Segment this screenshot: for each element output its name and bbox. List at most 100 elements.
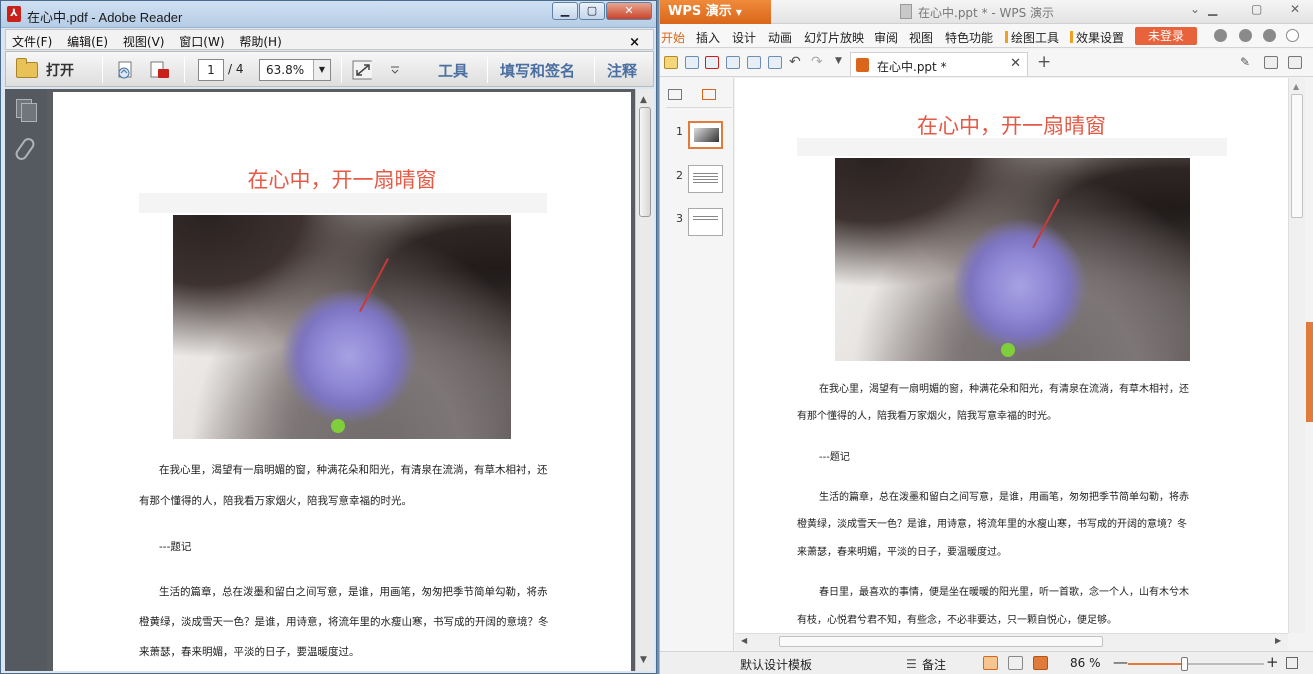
save-icon[interactable]	[685, 56, 699, 69]
maximize-button[interactable]: ▢	[579, 2, 605, 20]
scroll-left-icon[interactable]: ◀	[741, 636, 747, 645]
wps-status-bar: 默认设计模板 ☰ 备注 86 % — +	[660, 651, 1313, 674]
page-number-input[interactable]: 1	[198, 59, 224, 81]
attachments-icon[interactable]	[13, 135, 37, 163]
navigation-pane	[5, 89, 47, 671]
menu-view[interactable]: 视图(V)	[117, 30, 170, 50]
scrollbar-thumb[interactable]	[1291, 94, 1303, 218]
slide-photo[interactable]	[835, 158, 1190, 361]
vertical-scrollbar[interactable]: ▲ ▼	[635, 89, 654, 671]
slide-canvas[interactable]: 在心中，开一扇晴窗 在我心里，渴望有一扇明媚的窗，种满花朵和阳光，有清泉在流淌，…	[735, 78, 1288, 633]
tools-link[interactable]: 工具	[438, 60, 468, 81]
tab-animation[interactable]: 动画	[768, 29, 792, 46]
tab-effects[interactable]: 效果设置	[1070, 29, 1124, 46]
tab-home[interactable]: 开始	[661, 29, 685, 46]
slide-para-line: 在我心里，渴望有一扇明媚的窗，种满花朵和阳光，有清泉在流淌，有草木相衬，还	[819, 384, 1189, 395]
fit-window-icon[interactable]	[1286, 657, 1298, 669]
slide-thumbnail[interactable]: 1	[660, 121, 734, 157]
close-tab-icon[interactable]: ✕	[1010, 56, 1021, 71]
close-button[interactable]: ✕	[1290, 2, 1300, 16]
zoom-in-icon[interactable]: +	[1266, 653, 1279, 671]
open-folder-icon[interactable]	[664, 56, 678, 69]
export-pdf-icon[interactable]	[149, 60, 169, 80]
scroll-up-icon[interactable]: ▲	[1293, 82, 1299, 91]
adobe-menu-bar: 文件(F) 编辑(E) 视图(V) 窗口(W) 帮助(H) ×	[5, 29, 654, 50]
sync-icon[interactable]	[1239, 29, 1252, 42]
maximize-button[interactable]: ▢	[1251, 2, 1262, 16]
close-button[interactable]: ✕	[606, 2, 652, 20]
pin-icon[interactable]: ✎	[1240, 55, 1250, 69]
slide-vertical-scrollbar[interactable]: ▲	[1288, 78, 1305, 633]
scroll-up-icon[interactable]: ▲	[640, 95, 647, 105]
chevron-down-icon[interactable]: ⌄	[1190, 2, 1200, 16]
open-button[interactable]: 打开	[16, 58, 74, 82]
document-close-icon[interactable]: ×	[623, 32, 645, 50]
slide-thumbnail[interactable]: 3	[660, 208, 734, 244]
zoom-select[interactable]: 63.8% ▼	[259, 59, 331, 81]
menu-window[interactable]: 窗口(W)	[173, 30, 229, 50]
tab-features[interactable]: 特色功能	[945, 29, 993, 46]
window-mode-icon[interactable]	[1264, 56, 1278, 69]
zoom-level[interactable]: 86 %	[1070, 656, 1101, 670]
side-panel-tab[interactable]	[1306, 322, 1313, 422]
document-tab[interactable]: 在心中.ppt * ✕	[850, 52, 1028, 76]
tab-insert[interactable]: 插入	[696, 29, 720, 46]
menu-file[interactable]: 文件(F)	[6, 30, 57, 50]
print-icon[interactable]	[726, 56, 740, 69]
slide-preview	[688, 121, 723, 149]
slide-horizontal-scrollbar[interactable]: ◀ ▶	[735, 633, 1288, 649]
fill-sign-link[interactable]: 填写和签名	[500, 60, 575, 81]
undo-icon[interactable]: ↶	[789, 54, 801, 70]
skin-icon[interactable]	[1214, 29, 1227, 42]
menu-edit[interactable]: 编辑(E)	[61, 30, 113, 50]
tab-view[interactable]: 视图	[909, 29, 933, 46]
more-tools-chevron-icon[interactable]	[390, 66, 400, 74]
adobe-toolbar: 打开 1 / 4 63.8% ▼ 工具 填写和签名 注释	[5, 51, 654, 87]
tab-review[interactable]: 审阅	[874, 29, 898, 46]
document-viewer: 在心中，开一扇晴窗 在我心里，渴望有一扇明媚的窗，种满花朵和阳光，有清泉在流淌，…	[47, 89, 635, 671]
slide-thumbnail[interactable]: 2	[660, 165, 734, 201]
comment-link[interactable]: 注释	[607, 60, 637, 81]
scroll-down-icon[interactable]: ▼	[640, 655, 647, 665]
chevron-down-icon[interactable]: ▼	[835, 56, 842, 66]
print-preview-icon[interactable]	[747, 56, 761, 69]
menu-help[interactable]: 帮助(H)	[233, 30, 286, 50]
export-pdf-icon[interactable]	[705, 56, 719, 69]
normal-view-icon[interactable]	[983, 656, 998, 670]
zoom-slider[interactable]	[1128, 657, 1264, 671]
slide-sorter-icon[interactable]	[1008, 656, 1023, 670]
slides-view-icon[interactable]	[702, 89, 716, 100]
slideshow-play-icon[interactable]	[1033, 656, 1048, 670]
fullscreen-icon[interactable]	[1288, 56, 1302, 69]
new-tab-icon[interactable]: +	[1037, 52, 1051, 72]
adobe-title-bar: ⅄ 在心中.pdf - Adobe Reader ▁ ▢ ✕	[1, 1, 656, 28]
minimize-button[interactable]: ▁	[552, 2, 578, 20]
help-icon[interactable]	[1286, 29, 1299, 42]
scrollbar-thumb[interactable]	[779, 636, 1103, 647]
outline-view-icon[interactable]	[668, 89, 682, 100]
design-template-label[interactable]: 默认设计模板	[740, 656, 812, 673]
open-label: 打开	[46, 63, 74, 79]
redo-icon[interactable]: ↷	[811, 54, 823, 70]
notes-button[interactable]: 备注	[922, 656, 946, 673]
minimize-button[interactable]: ▁	[1208, 2, 1217, 16]
title-band	[139, 193, 547, 213]
tab-drawing-tools[interactable]: 绘图工具	[1005, 29, 1059, 46]
fit-page-icon[interactable]	[352, 60, 372, 80]
tab-slideshow[interactable]: 幻灯片放映	[804, 29, 864, 46]
slide-title[interactable]: 在心中，开一扇晴窗	[735, 110, 1288, 140]
tab-design[interactable]: 设计	[732, 29, 756, 46]
zoom-slider-knob[interactable]	[1181, 657, 1188, 671]
login-button[interactable]: 未登录	[1135, 27, 1197, 45]
create-pdf-icon[interactable]	[116, 60, 136, 80]
adobe-window-title: 在心中.pdf - Adobe Reader	[27, 10, 183, 25]
scrollbar-thumb[interactable]	[639, 107, 651, 217]
wps-app-menu[interactable]: WPS 演示 ▼	[660, 0, 771, 24]
chevron-down-icon[interactable]: ▼	[313, 60, 330, 80]
shirt-icon[interactable]	[1263, 29, 1276, 42]
scroll-right-icon[interactable]: ▶	[1275, 636, 1281, 645]
slide-number: 3	[676, 212, 683, 225]
copy-format-icon[interactable]	[768, 56, 782, 69]
zoom-out-icon[interactable]: —	[1113, 653, 1128, 671]
page-thumbnails-icon[interactable]	[16, 99, 37, 122]
